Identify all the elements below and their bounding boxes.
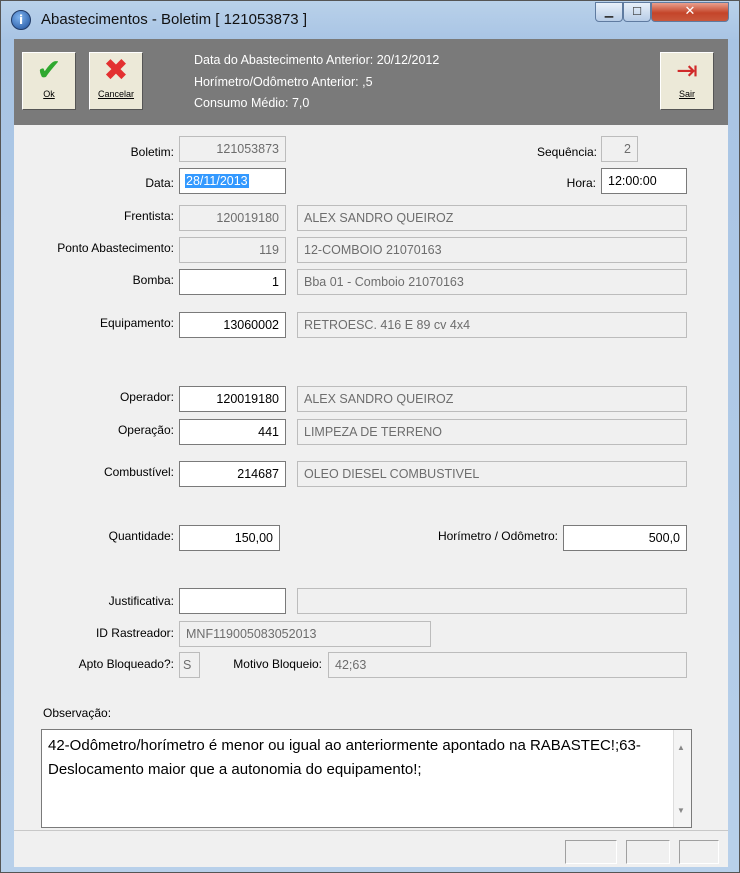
quantidade-input[interactable]: 150,00 xyxy=(179,525,280,551)
ponto-abastecimento-name-field: 12-COMBOIO 21070163 xyxy=(297,237,687,263)
equipamento-code-input[interactable]: 13060002 xyxy=(179,312,286,338)
cross-icon: ✖ xyxy=(103,53,129,88)
sequencia-field: 2 xyxy=(601,136,638,162)
status-bar xyxy=(14,830,728,867)
apto-bloqueado-field: S xyxy=(179,652,200,678)
checkmark-icon: ✔ xyxy=(36,53,62,88)
quantidade-label: Quantidade: xyxy=(108,529,174,543)
ponto-abastecimento-label: Ponto Abastecimento: xyxy=(57,241,174,255)
equipamento-label: Equipamento: xyxy=(99,316,174,330)
justificativa-code-input[interactable] xyxy=(179,588,286,614)
title-bar[interactable]: i Abastecimentos - Boletim [ 121053873 ]… xyxy=(1,1,739,39)
app-info-icon: i xyxy=(11,10,31,30)
status-panel-3 xyxy=(679,840,719,864)
boletim-field: 121053873 xyxy=(179,136,286,162)
sequencia-label: Sequência: xyxy=(536,145,597,159)
close-button[interactable]: ✕ xyxy=(651,2,729,22)
previous-date-info: Data do Abastecimento Anterior: 20/12/20… xyxy=(194,53,440,67)
operacao-label: Operação: xyxy=(117,423,174,437)
operador-code-input[interactable]: 120019180 xyxy=(179,386,286,412)
close-icon: ✕ xyxy=(684,4,696,19)
motivo-bloqueio-label: Motivo Bloqueio: xyxy=(233,657,322,671)
observacao-scrollbar[interactable]: ▲ ▼ xyxy=(673,730,691,827)
motivo-bloqueio-field: 42;63 xyxy=(328,652,687,678)
horimetro-label: Horímetro / Odômetro: xyxy=(437,529,558,543)
minimize-icon: ▁ xyxy=(604,5,614,18)
data-input[interactable]: 28/11/2013 xyxy=(179,168,286,194)
hora-input[interactable]: 12:00:00 xyxy=(601,168,687,194)
ponto-abastecimento-code-field: 119 xyxy=(179,237,286,263)
form-panel: Boletim: 121053873 Sequência: 2 Data: 28… xyxy=(14,125,728,830)
application-window: i Abastecimentos - Boletim [ 121053873 ]… xyxy=(0,0,740,873)
operador-name-field: ALEX SANDRO QUEIROZ xyxy=(297,386,687,412)
data-label: Data: xyxy=(145,176,174,190)
bomba-code-input[interactable]: 1 xyxy=(179,269,286,295)
rastreador-label: ID Rastreador: xyxy=(95,626,174,640)
scroll-up-icon[interactable]: ▲ xyxy=(677,736,685,760)
apto-bloqueado-label: Apto Bloqueado?: xyxy=(78,657,174,671)
observacao-textarea[interactable]: 42-Odômetro/horímetro é menor ou igual a… xyxy=(41,729,692,828)
observacao-text: 42-Odômetro/horímetro é menor ou igual a… xyxy=(48,737,641,778)
combustivel-code-input[interactable]: 214687 xyxy=(179,461,286,487)
ok-button-label: Ok xyxy=(43,89,55,99)
operacao-code-input[interactable]: 441 xyxy=(179,419,286,445)
previous-meter-info: Horímetro/Odômetro Anterior: ,5 xyxy=(194,75,373,89)
average-consumption-info: Consumo Médio: 7,0 xyxy=(194,96,310,110)
cancel-button[interactable]: ✖ Cancelar xyxy=(89,52,143,110)
observacao-label: Observação: xyxy=(43,706,112,720)
horimetro-input[interactable]: 500,0 xyxy=(563,525,687,551)
status-panel-2 xyxy=(626,840,670,864)
hora-label: Hora: xyxy=(566,176,596,190)
bomba-label: Bomba: xyxy=(132,273,174,287)
operacao-name-field: LIMPEZA DE TERRENO xyxy=(297,419,687,445)
rastreador-field: MNF119005083052013 xyxy=(179,621,431,647)
exit-button-label: Sair xyxy=(678,89,695,99)
boletim-label: Boletim: xyxy=(130,145,174,159)
justificativa-name-field xyxy=(297,588,687,614)
scroll-down-icon[interactable]: ▼ xyxy=(677,799,685,823)
data-value: 28/11/2013 xyxy=(185,174,249,188)
toolbar: ✔ Ok ✖ Cancelar Data do Abastecimento An… xyxy=(14,39,728,125)
maximize-button[interactable]: ☐ xyxy=(623,2,651,22)
combustivel-name-field: OLEO DIESEL COMBUSTIVEL xyxy=(297,461,687,487)
frentista-label: Frentista: xyxy=(123,209,174,223)
minimize-button[interactable]: ▁ xyxy=(595,2,623,22)
operador-label: Operador: xyxy=(119,390,174,404)
maximize-icon: ☐ xyxy=(632,5,642,18)
equipamento-name-field: RETROESC. 416 E 89 cv 4x4 xyxy=(297,312,687,338)
bomba-name-field: Bba 01 - Comboio 21070163 xyxy=(297,269,687,295)
exit-button[interactable]: ⇥ Sair xyxy=(660,52,714,110)
exit-door-icon: ⇥ xyxy=(676,56,698,86)
cancel-button-label: Cancelar xyxy=(97,89,135,99)
window-title: Abastecimentos - Boletim [ 121053873 ] xyxy=(41,11,307,28)
status-panel-1 xyxy=(565,840,617,864)
justificativa-label: Justificativa: xyxy=(108,594,174,608)
ok-button[interactable]: ✔ Ok xyxy=(22,52,76,110)
frentista-code-field: 120019180 xyxy=(179,205,286,231)
frentista-name-field: ALEX SANDRO QUEIROZ xyxy=(297,205,687,231)
combustivel-label: Combustível: xyxy=(103,465,174,479)
